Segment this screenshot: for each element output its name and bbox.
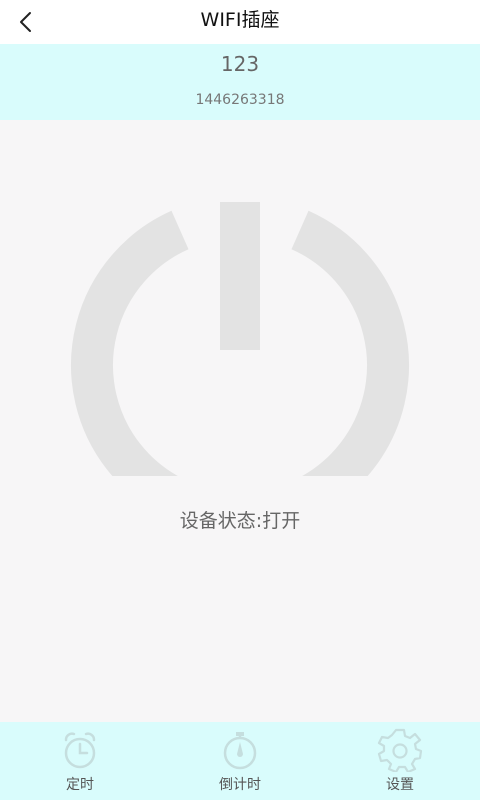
device-id: 1446263318 [195, 92, 285, 108]
tab-timer[interactable]: 定时 [0, 722, 160, 800]
tab-label: 倒计时 [219, 777, 261, 793]
tab-label: 定时 [66, 777, 94, 793]
tab-countdown[interactable]: 倒计时 [160, 722, 320, 800]
device-info-panel: 123 1446263318 [0, 44, 480, 120]
stopwatch-icon [223, 732, 257, 770]
tab-settings[interactable]: 设置 [320, 722, 480, 800]
tab-label: 设置 [386, 777, 414, 793]
page-title: WIFI插座 [200, 9, 280, 31]
gear-icon [377, 728, 423, 772]
power-toggle-button[interactable] [70, 196, 410, 535]
device-status-text: 设备状态:打开 [179, 510, 301, 532]
bottom-tab-bar: 定时 倒计时 设置 [0, 722, 480, 800]
power-icon [71, 202, 409, 535]
alarm-clock-icon [64, 732, 96, 769]
device-name: 123 [220, 52, 260, 76]
top-bar: WIFI插座 [0, 0, 480, 44]
